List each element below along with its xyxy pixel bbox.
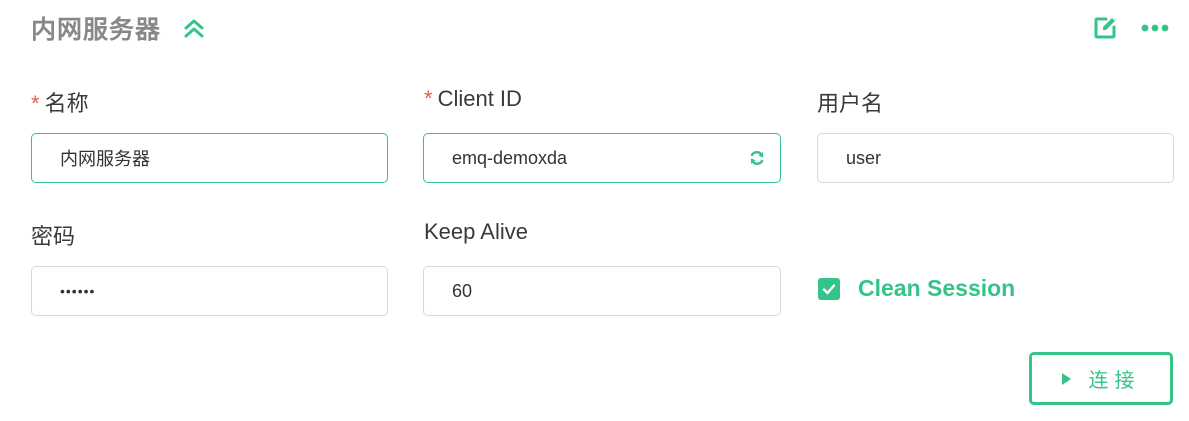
connect-button-label: 连接 xyxy=(1088,368,1141,392)
username-input[interactable]: user xyxy=(817,133,1174,183)
keep-alive-input-value: 60 xyxy=(452,280,473,301)
client-id-label: * Client ID xyxy=(424,86,522,112)
password-input-value: •••••• xyxy=(60,283,96,299)
password-input[interactable]: •••••• xyxy=(31,266,388,316)
password-label: 密码 xyxy=(31,224,76,249)
required-mark: * xyxy=(31,91,40,116)
header-actions xyxy=(1091,8,1169,48)
keep-alive-label: Keep Alive xyxy=(424,219,528,244)
username-label: 用户名 xyxy=(817,91,884,116)
connect-button[interactable]: 连接 xyxy=(1029,352,1173,405)
card-header: 内网服务器 xyxy=(31,8,207,48)
name-input[interactable]: 内网服务器 xyxy=(31,133,388,183)
name-input-value: 内网服务器 xyxy=(60,149,150,169)
chevron-double-up-icon[interactable] xyxy=(181,15,207,41)
page-title: 内网服务器 xyxy=(31,15,162,44)
name-label: * 名称 xyxy=(31,86,89,118)
client-id-label-text: Client ID xyxy=(437,86,522,111)
required-mark: * xyxy=(424,86,433,111)
client-id-input[interactable]: emq-demoxda xyxy=(423,133,781,183)
edit-icon[interactable] xyxy=(1091,14,1119,42)
play-icon xyxy=(1061,372,1071,385)
username-input-value: user xyxy=(846,147,882,168)
checkbox-checked-icon[interactable] xyxy=(818,277,840,300)
client-id-input-value: emq-demoxda xyxy=(452,147,568,168)
clean-session-label: Clean Session xyxy=(858,275,1016,301)
name-label-text: 名称 xyxy=(44,91,89,116)
keep-alive-input[interactable]: 60 xyxy=(423,266,781,316)
more-dots-icon[interactable] xyxy=(1141,14,1169,42)
refresh-icon[interactable] xyxy=(748,149,766,167)
clean-session-checkbox[interactable]: Clean Session xyxy=(818,275,1015,302)
